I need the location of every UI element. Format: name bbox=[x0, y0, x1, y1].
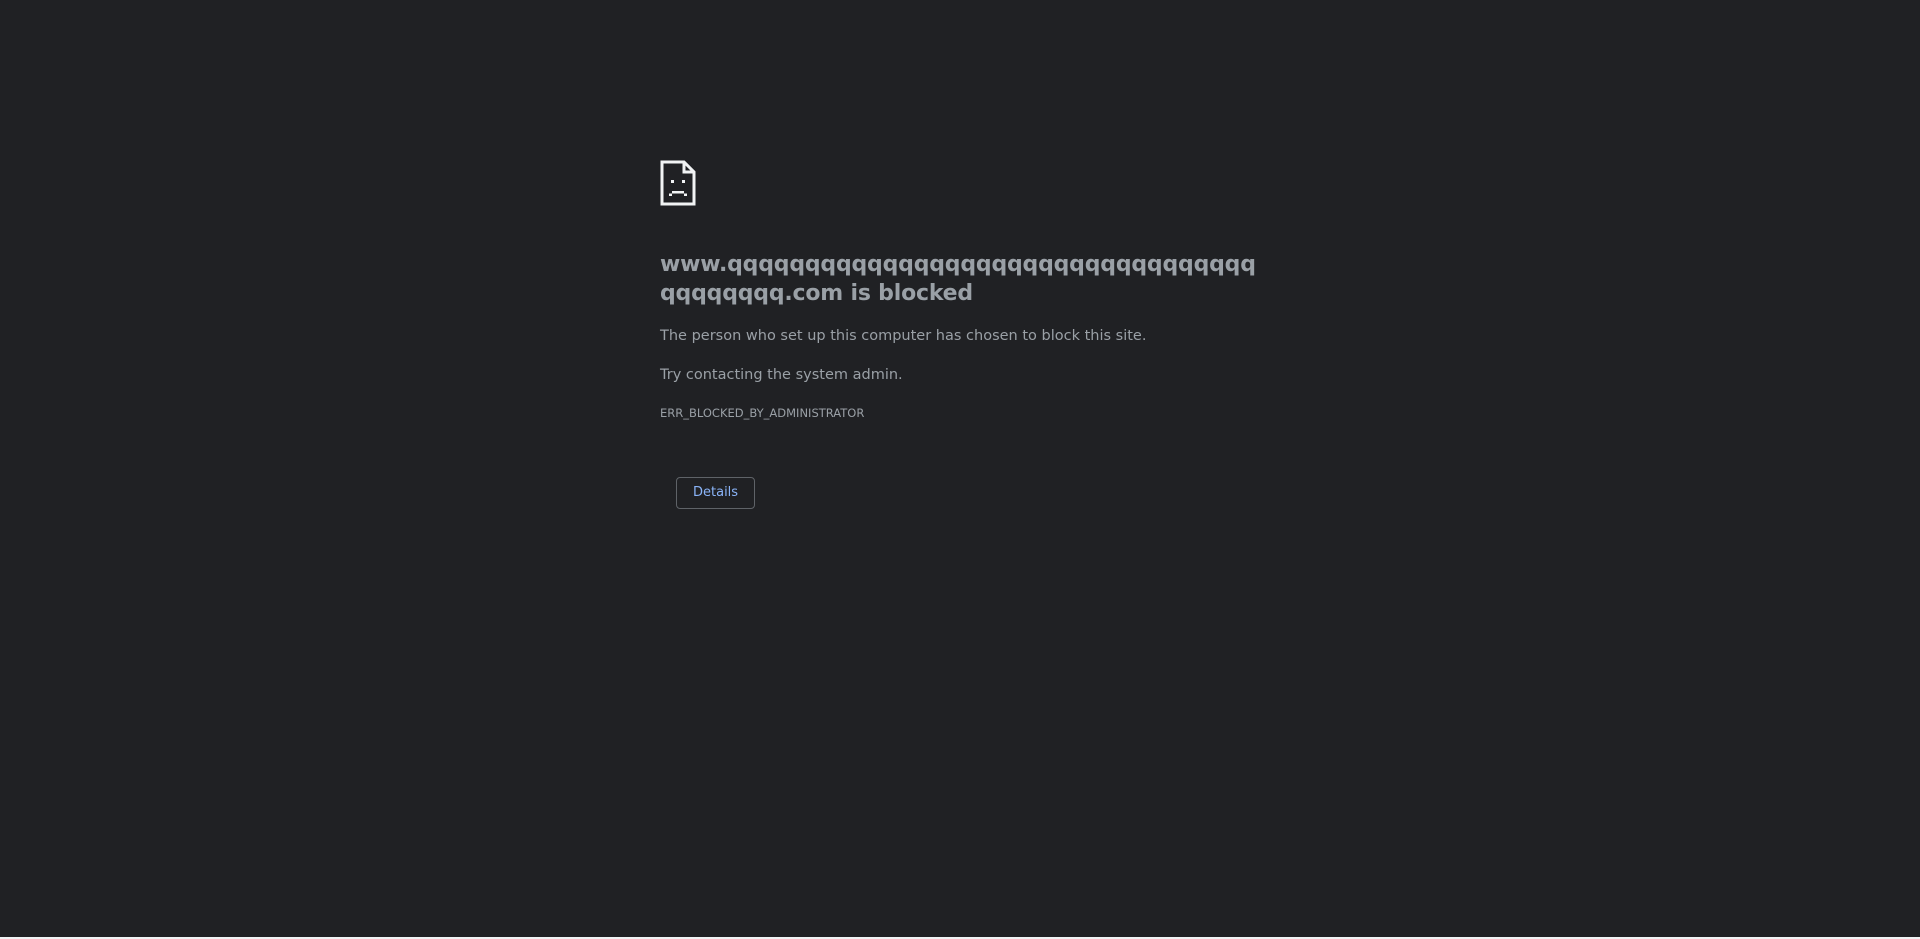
error-page: www.qqqqqqqqqqqqqqqqqqqqqqqqqqqqqqqqqqqq… bbox=[0, 0, 1920, 939]
error-content: www.qqqqqqqqqqqqqqqqqqqqqqqqqqqqqqqqqqqq… bbox=[660, 160, 1260, 509]
details-button[interactable]: Details bbox=[676, 477, 756, 509]
sad-document-icon bbox=[660, 160, 696, 206]
error-heading: www.qqqqqqqqqqqqqqqqqqqqqqqqqqqqqqqqqqqq… bbox=[660, 252, 1256, 306]
error-suggestion: Try contacting the system admin. bbox=[660, 367, 903, 383]
error-message: The person who set up this computer has … bbox=[660, 328, 1147, 344]
error-code: ERR_BLOCKED_BY_ADMINISTRATOR bbox=[660, 406, 865, 420]
